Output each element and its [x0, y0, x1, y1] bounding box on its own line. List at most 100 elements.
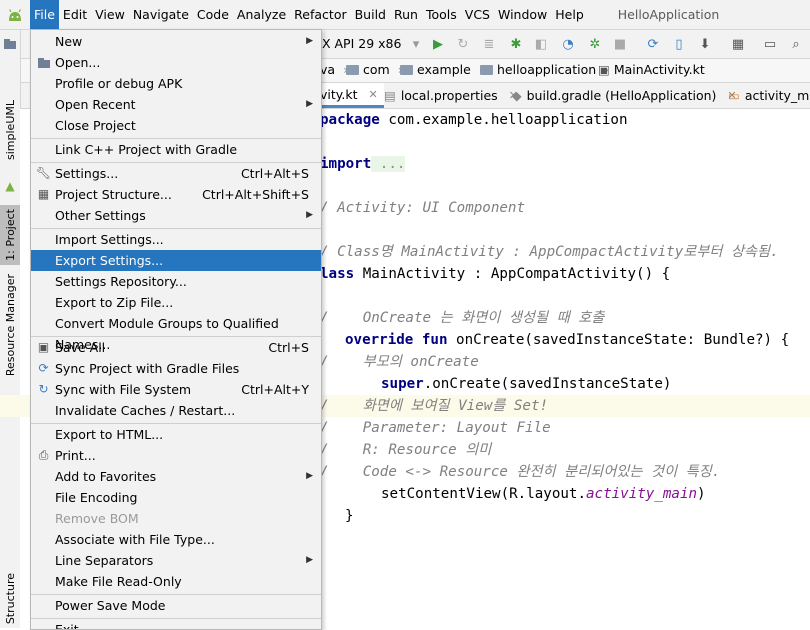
menu-view[interactable]: View [91, 0, 129, 29]
sdk-manager-icon[interactable]: ⬇ [696, 35, 714, 53]
menu-item-link-cpp[interactable]: Link C++ Project with Gradle [31, 139, 321, 160]
wrench-icon: 🔧︎ [35, 166, 52, 180]
menu-item-save-all[interactable]: ▣ Save All Ctrl+S [31, 337, 321, 358]
menu-item-new[interactable]: New ▶ [31, 31, 321, 52]
menu-item-settings-repository[interactable]: Settings Repository... [31, 271, 321, 292]
gradle-file-icon: ◆ [512, 88, 522, 103]
project-structure-icon[interactable]: ▦ [729, 35, 747, 53]
menu-item-add-favorites[interactable]: Add to Favorites ▶ [31, 466, 321, 487]
submenu-arrow-icon: ▶ [306, 36, 313, 46]
breadcrumb-item[interactable]: va› [320, 62, 348, 77]
project-view-icon[interactable] [0, 34, 20, 54]
save-icon: ▣ [37, 340, 50, 354]
menu-help[interactable]: Help [551, 0, 588, 29]
menu-item-export-settings[interactable]: Export Settings... [31, 250, 321, 271]
debug-icon[interactable]: ✱ [507, 35, 525, 53]
menu-vcs[interactable]: VCS [461, 0, 494, 29]
project-structure-icon: ▦ [37, 187, 50, 201]
avd-manager-icon[interactable]: ▯ [670, 35, 688, 53]
menu-analyze[interactable]: Analyze [233, 0, 290, 29]
menu-item-remove-bom: Remove BOM [55, 511, 139, 526]
menu-item-close-project[interactable]: Close Project [31, 115, 321, 136]
menu-item-make-read-only[interactable]: Make File Read-Only [31, 571, 321, 592]
tab-local-properties[interactable]: ▤ local.properties ✕ [384, 83, 518, 108]
attach-debugger-icon[interactable]: ◧ [532, 35, 550, 53]
tab-resource-manager[interactable]: Resource Manager [0, 274, 20, 376]
menu-item-profile-apk[interactable]: Profile or debug APK [31, 73, 321, 94]
profile-icon[interactable]: ◔ [559, 35, 577, 53]
gradle-sync-icon[interactable]: ⟳ [644, 35, 662, 53]
folder-icon [346, 64, 359, 75]
menu-edit[interactable]: Edit [59, 0, 91, 29]
code-comment: / Code <-> Resource 완전히 분리되어있는 것이 특징. [320, 464, 721, 480]
menu-item-power-save[interactable]: Power Save Mode [31, 595, 321, 616]
menu-item-print[interactable]: ⎙ Print... [31, 445, 321, 466]
stop-icon[interactable]: ■ [611, 35, 629, 53]
properties-file-icon: ▤ [384, 88, 396, 103]
android-studio-icon [0, 0, 30, 29]
attach-icon[interactable]: ✲ [586, 35, 604, 53]
dropdown-arrow-icon[interactable]: ▾ [407, 35, 425, 53]
folder-open-icon [36, 55, 51, 70]
menu-item-settings[interactable]: 🔧︎ Settings... Ctrl+Alt+S [31, 163, 321, 184]
left-tool-strip: simpleUML ▲ 1: Project Resource Manager … [0, 30, 21, 628]
file-menu-dropdown: New ▶ Open... Profile or debug APK Open R… [30, 29, 322, 630]
run-icon[interactable]: ▶ [429, 35, 447, 53]
code-comment: / Activity: UI Component [320, 200, 525, 216]
tab-activity-main[interactable]: ▭ activity_mai [728, 83, 810, 108]
code-comment: / 부모의 onCreate [320, 354, 479, 370]
tab-build-gradle[interactable]: ◆ build.gradle (HelloApplication) ✕ [512, 83, 737, 108]
tab-structure[interactable]: Structure [0, 570, 20, 628]
code-comment: / Class명 MainActivity : AppCompactActivi… [320, 244, 779, 260]
search-icon[interactable]: ⌕ [787, 35, 805, 53]
menu-item-associate-file-type[interactable]: Associate with File Type... [31, 529, 321, 550]
apply-changes-icon[interactable]: ↻ [454, 35, 472, 53]
menu-item-project-structure[interactable]: ▦ Project Structure... Ctrl+Alt+Shift+S [31, 184, 321, 205]
menu-item-sync-file-system[interactable]: ↻ Sync with File System Ctrl+Alt+Y [31, 379, 321, 400]
menu-item-open[interactable]: Open... [31, 52, 321, 73]
menu-item-exit[interactable]: Exit [31, 619, 321, 629]
menu-item-import-settings[interactable]: Import Settings... [31, 229, 321, 250]
menu-item-invalidate-caches[interactable]: Invalidate Caches / Restart... [31, 400, 321, 421]
breadcrumb-item[interactable]: example› [400, 62, 484, 77]
menu-item-line-separators[interactable]: Line Separators ▶ [31, 550, 321, 571]
submenu-arrow-icon: ▶ [306, 471, 313, 481]
code-line: } [345, 508, 354, 524]
menu-item-open-recent[interactable]: Open Recent ▶ [31, 94, 321, 115]
menu-item-convert-module-groups[interactable]: Convert Module Groups to Qualified Names… [31, 313, 321, 352]
terminal-icon[interactable]: ▭ [761, 35, 779, 53]
breadcrumb-item[interactable]: com› [346, 62, 403, 77]
menu-bar: File Edit View Navigate Code Analyze Ref… [0, 0, 810, 30]
submenu-arrow-icon: ▶ [306, 210, 313, 220]
menu-item-sync-gradle[interactable]: ⟳ Sync Project with Gradle Files [31, 358, 321, 379]
code-line: setContentView(R.layout.activity_main) [381, 486, 706, 502]
menu-tools[interactable]: Tools [422, 0, 461, 29]
code-comment: / Parameter: Layout File [320, 420, 551, 436]
tab-project[interactable]: 1: Project [0, 205, 20, 265]
menu-item-file-encoding[interactable]: File Encoding [31, 487, 321, 508]
submenu-arrow-icon: ▶ [306, 99, 313, 109]
menu-refactor[interactable]: Refactor [290, 0, 350, 29]
code-line: super.onCreate(savedInstanceState) [381, 376, 672, 392]
tab-mainactivity[interactable]: vity.kt ✕ [320, 83, 384, 108]
breadcrumb-item[interactable]: helloapplication › [480, 62, 609, 77]
menu-item-export-zip[interactable]: Export to Zip File... [31, 292, 321, 313]
menu-file[interactable]: File [30, 0, 59, 29]
code-comment: / 화면에 보여질 View를 Set! [320, 398, 549, 414]
menu-item-other-settings[interactable]: Other Settings ▶ [31, 205, 321, 226]
device-selector[interactable]: 5X API 29 x86 [314, 35, 401, 53]
android-icon: ▲ [5, 179, 15, 193]
menu-window[interactable]: Window [494, 0, 551, 29]
apply-code-changes-icon[interactable]: ≣ [480, 35, 498, 53]
code-line: lass MainActivity : AppCompatActivity() … [320, 266, 671, 282]
close-icon[interactable]: ✕ [369, 88, 378, 101]
menu-code[interactable]: Code [193, 0, 233, 29]
printer-icon: ⎙ [38, 448, 49, 462]
breadcrumb-item[interactable]: ▣ MainActivity.kt [598, 62, 705, 77]
menu-run[interactable]: Run [390, 0, 422, 29]
code-line: import ... [320, 156, 406, 172]
menu-navigate[interactable]: Navigate [129, 0, 193, 29]
tab-simpleuml[interactable]: simpleUML [0, 90, 20, 170]
menu-item-export-html[interactable]: Export to HTML... [31, 424, 321, 445]
menu-build[interactable]: Build [351, 0, 390, 29]
